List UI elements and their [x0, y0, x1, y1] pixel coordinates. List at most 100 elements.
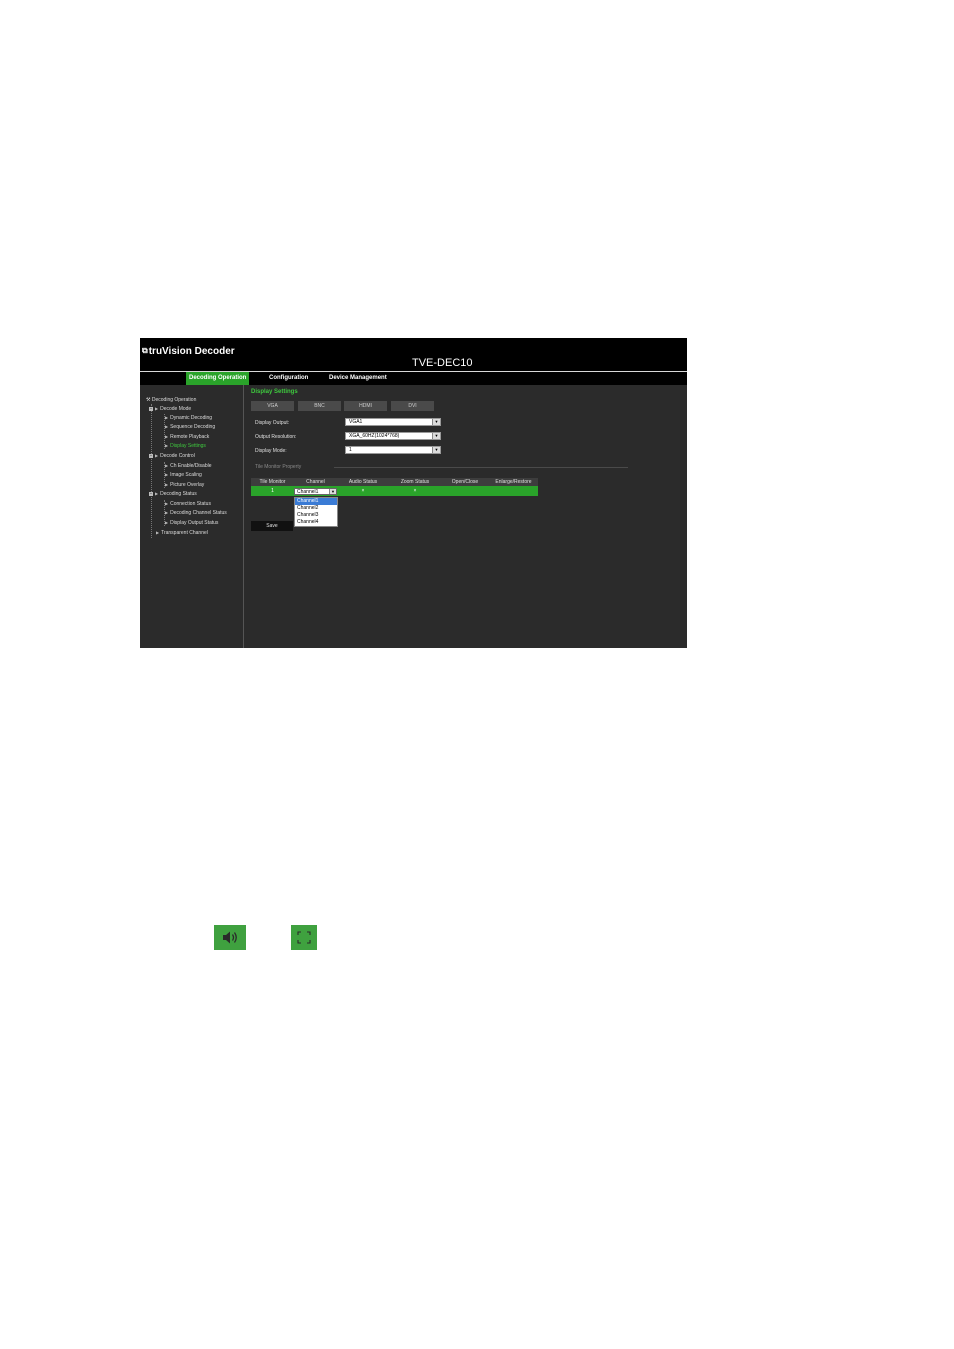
- tab-vga[interactable]: VGA: [251, 401, 294, 411]
- sidebar-item-connection-status[interactable]: ▶ Connection Status: [165, 501, 211, 507]
- column-header: Enlarge/Restore: [489, 478, 538, 486]
- column-header: Zoom Status: [389, 478, 441, 486]
- sidebar-item-label: Dynamic Decoding: [170, 415, 213, 421]
- collapse-icon[interactable]: −: [149, 491, 153, 496]
- display-mode-value: 1: [349, 447, 352, 453]
- decoder-window: ⧉truVision Decoder TVE-DEC10 Decoding Op…: [140, 338, 687, 648]
- sidebar-item-decoding-channel-status[interactable]: ▶ Decoding Channel Status: [165, 510, 227, 516]
- channel-option[interactable]: Channel2: [295, 505, 337, 512]
- chevron-down-icon[interactable]: ▼: [432, 419, 440, 425]
- tree-connector: [151, 404, 152, 538]
- arrow-right-icon: ▶: [165, 463, 169, 468]
- sidebar: ⚒ Decoding Operation − ▶ Decode Mode ▶ Dyna…: [140, 385, 244, 648]
- model-name: TVE-DEC10: [412, 357, 473, 369]
- sidebar-item-label: Decoding Status: [160, 491, 197, 497]
- brand-mark-icon: ⧉: [142, 346, 148, 355]
- sidebar-item-picture-overlay[interactable]: ▶ Picture Overlay: [165, 482, 204, 488]
- chevron-down-icon[interactable]: ▼: [329, 489, 336, 494]
- tab-device-management[interactable]: Device Management: [326, 372, 390, 385]
- sidebar-item-label: Decoding Channel Status: [170, 510, 227, 516]
- arrow-right-icon: ▶: [165, 472, 169, 477]
- channel-option[interactable]: Channel1: [295, 498, 337, 505]
- speaker-icon: [214, 925, 246, 950]
- channel-select[interactable]: Channel1 ▼: [294, 488, 337, 495]
- arrow-right-icon: ▶: [155, 453, 159, 458]
- sidebar-item-display-output-status[interactable]: ▶ Display Output Status: [165, 520, 218, 526]
- arrow-right-icon: ▶: [156, 530, 160, 535]
- arrow-right-icon: ▶: [165, 443, 169, 448]
- arrow-right-icon: ▶: [165, 520, 169, 525]
- sidebar-item-decode-control[interactable]: − ▶ Decode Control: [149, 453, 195, 459]
- divider: [334, 467, 628, 468]
- sidebar-item-decoding-status[interactable]: − ▶ Decoding Status: [149, 491, 197, 497]
- arrow-right-icon: ▶: [165, 434, 169, 439]
- arrow-right-icon: ▶: [155, 491, 159, 496]
- fullscreen-icon: [291, 925, 317, 950]
- brand-logo: ⧉truVision Decoder: [142, 346, 235, 357]
- chevron-down-icon[interactable]: ▼: [432, 447, 440, 453]
- channel-dropdown-list: Channel1 Channel2 Channel3 Channel4: [294, 497, 338, 527]
- sidebar-item-label: Ch Enable/Disable: [170, 463, 212, 469]
- sidebar-item-label: Display Settings: [170, 443, 206, 449]
- page-title: Display Settings: [251, 389, 298, 395]
- output-resolution-value: XGA_60HZ(1024*768): [349, 433, 400, 439]
- tile-monitor-cell: 1: [271, 488, 274, 494]
- arrow-right-icon: ▶: [165, 482, 169, 487]
- sidebar-item-label: Display Output Status: [170, 520, 219, 526]
- tab-bnc[interactable]: BNC: [298, 401, 341, 411]
- chevron-down-icon[interactable]: ▼: [432, 433, 440, 439]
- sidebar-item-label: Transparent Channel: [161, 530, 208, 536]
- sidebar-item-label: Connection Status: [170, 501, 211, 507]
- sidebar-item-label: Remote Playback: [170, 434, 210, 440]
- collapse-icon[interactable]: −: [149, 453, 153, 458]
- display-output-label: Display Output:: [255, 420, 290, 426]
- sidebar-item-label: Sequence Decoding: [170, 424, 216, 430]
- arrow-right-icon: ▶: [155, 406, 159, 411]
- output-resolution-label: Output Resolution:: [255, 434, 297, 440]
- arrow-right-icon: ▶: [165, 424, 169, 429]
- arrow-right-icon: ▶: [165, 501, 169, 506]
- tab-hdmi[interactable]: HDMI: [344, 401, 387, 411]
- audio-status-cell[interactable]: ×: [337, 486, 389, 496]
- tree-root-label: Decoding Operation: [151, 397, 197, 403]
- channel-option[interactable]: Channel4: [295, 519, 337, 526]
- main-nav: Decoding Operation Configuration Device …: [140, 371, 687, 386]
- channel-value: Channel1: [297, 489, 319, 495]
- column-header: Tile Monitor: [251, 478, 294, 486]
- sidebar-item-label: Decode Control: [160, 453, 195, 459]
- sidebar-item-label: Picture Overlay: [170, 482, 205, 488]
- save-button[interactable]: Save: [251, 521, 293, 531]
- arrow-right-icon: ▶: [165, 415, 169, 420]
- display-mode-select[interactable]: 1 ▼: [345, 446, 441, 454]
- tab-dvi[interactable]: DVI: [391, 401, 434, 411]
- display-mode-label: Display Mode:: [255, 448, 287, 454]
- sidebar-item-label: Decode Mode: [160, 406, 192, 412]
- column-header: Audio Status: [337, 478, 389, 486]
- title-bar: ⧉truVision Decoder TVE-DEC10: [140, 338, 687, 371]
- sidebar-item-display-settings[interactable]: ▶ Display Settings: [165, 443, 206, 449]
- tab-decoding-operation[interactable]: Decoding Operation: [186, 372, 250, 385]
- content-panel: Display Settings VGA BNC HDMI DVI Displa…: [244, 385, 687, 648]
- column-header: Channel: [294, 478, 337, 486]
- brand-name: truVision Decoder: [148, 346, 235, 357]
- tree-root[interactable]: ⚒ Decoding Operation: [146, 397, 196, 403]
- sidebar-item-sequence-decoding[interactable]: ▶ Sequence Decoding: [165, 424, 215, 430]
- display-output-select[interactable]: VGA1 ▼: [345, 418, 441, 426]
- sidebar-item-decode-mode[interactable]: − ▶ Decode Mode: [149, 406, 191, 412]
- sidebar-item-image-scaling[interactable]: ▶ Image Scaling: [165, 472, 202, 478]
- column-header: Open/Close: [441, 478, 489, 486]
- channel-option[interactable]: Channel3: [295, 512, 337, 519]
- tree-root-icon: ⚒: [146, 397, 151, 403]
- collapse-icon[interactable]: −: [149, 406, 153, 411]
- sidebar-item-dynamic-decoding[interactable]: ▶ Dynamic Decoding: [165, 415, 212, 421]
- sidebar-item-label: Image Scaling: [170, 472, 202, 478]
- arrow-right-icon: ▶: [165, 510, 169, 515]
- sidebar-item-transparent-channel[interactable]: ▶ Transparent Channel: [156, 530, 208, 536]
- output-resolution-select[interactable]: XGA_60HZ(1024*768) ▼: [345, 432, 441, 440]
- tab-configuration[interactable]: Configuration: [266, 372, 311, 385]
- zoom-status-cell[interactable]: ×: [389, 486, 441, 496]
- sidebar-item-remote-playback[interactable]: ▶ Remote Playback: [165, 434, 209, 440]
- sidebar-item-ch-enable-disable[interactable]: ▶ Ch Enable/Disable: [165, 463, 212, 469]
- display-output-value: VGA1: [349, 419, 363, 425]
- tile-monitor-property-heading: Tile Monitor Property: [255, 464, 302, 470]
